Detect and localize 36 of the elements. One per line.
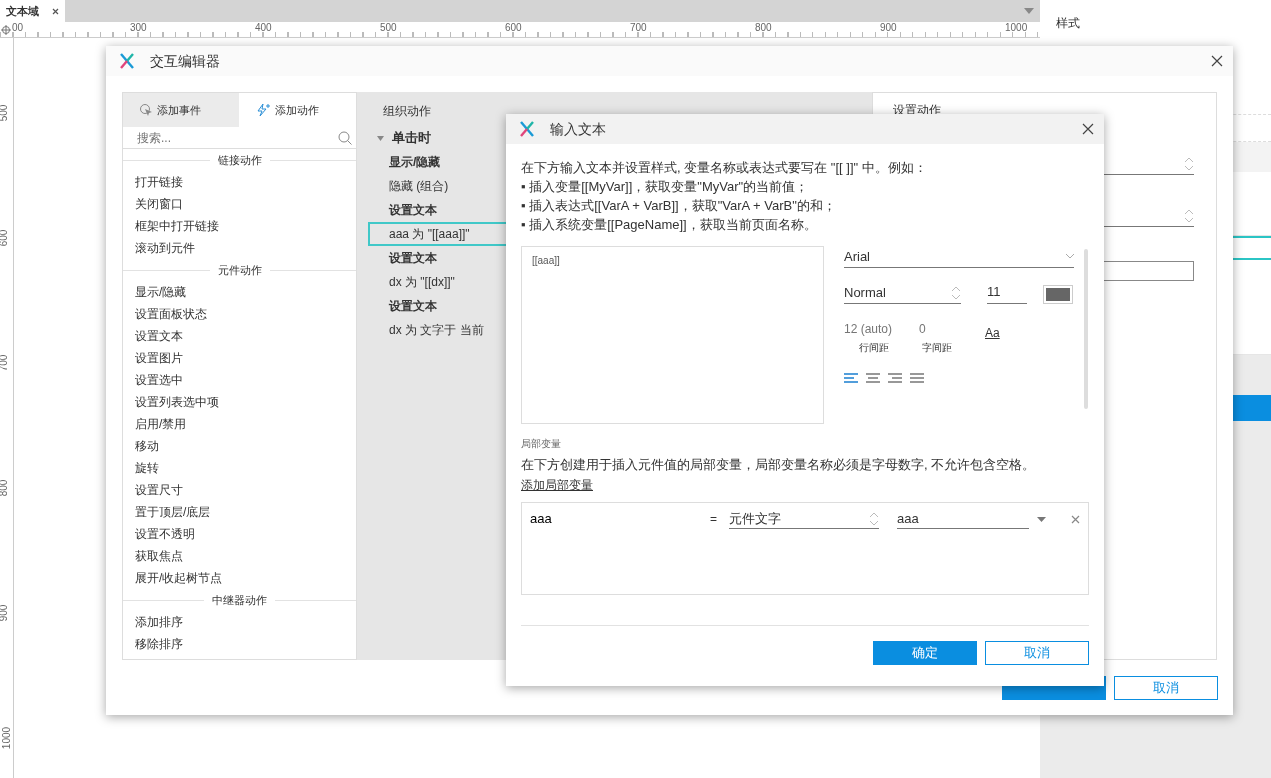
field-label: 行间距 [858,341,889,355]
section-title: 局部变量 [521,437,562,451]
instruction-text: ▪ 插入变量[[MyVar]]，获取变量"MyVar"的当前值； [521,178,809,196]
ruler-label: 400 [255,22,272,34]
tab-label: 文本域 [6,3,39,19]
ruler-label: 600 [0,229,10,247]
field-label: 字间距 [922,341,952,355]
action-name: 设置文本 [387,298,437,315]
panel-title: 样式 [1056,16,1080,30]
ruler-label: 800 [755,22,772,34]
group-header: 中继器动作 [212,592,267,608]
hint-text: 在下方创建用于插入元件值的局部变量，局部变量名称必须是字母数字, 不允许包含空格。 [521,456,1036,474]
instruction-text: 在下方输入文本并设置样式, 变量名称或表达式要写在 "[[ ]]" 中。例如： [521,159,927,177]
action-name: 设置文本 [387,202,437,219]
action-name: 显示/隐藏 [388,154,441,171]
instruction-text: ▪ 插入表达式[[VarA + VarB]]，获取"VarA + VarB"的和； [521,197,836,215]
equals-sign: = [710,511,717,528]
section-title: 组织动作 [383,104,431,118]
ruler-label: 800 [0,479,10,497]
group-header: 元件动作 [217,262,262,278]
dialog-title: 输入文本 [550,119,606,139]
ruler-label: 500 [0,104,10,122]
ruler-label: 1000 [2,726,13,750]
ruler-label: 600 [505,22,522,34]
ruler-label: 700 [0,354,10,372]
ruler-label: 700 [630,22,647,34]
ruler-label: 900 [880,22,897,34]
ruler-label: 500 [380,22,397,34]
action-name: 设置文本 [387,250,437,267]
ruler-label: 00 [12,22,24,34]
ruler-label: 1000 [1005,22,1028,34]
group-header: 链接动作 [217,152,262,168]
ruler-label: 900 [0,604,10,622]
dialog-title: 交互编辑器 [150,51,220,71]
instruction-text: ▪ 插入系统变量[[PageName]]，获取当前页面名称。 [521,216,817,234]
ruler-label: 300 [130,22,147,34]
